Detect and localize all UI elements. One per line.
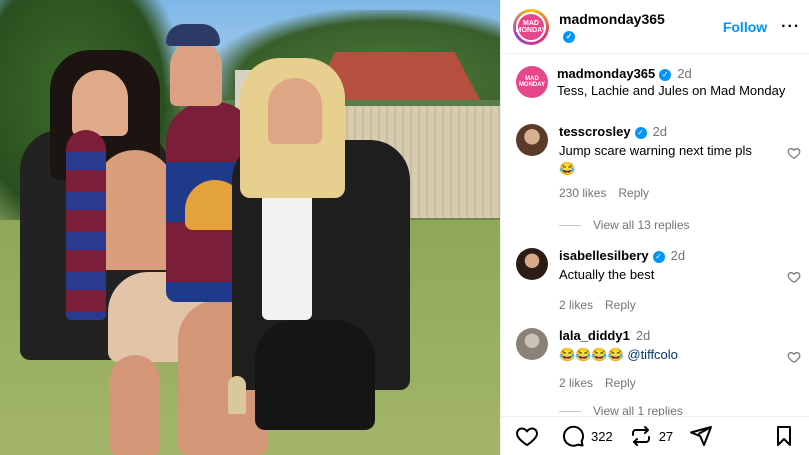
profile-avatar[interactable]: MAD MONDAY [513, 8, 549, 45]
comment-mention[interactable]: @tiffcolo [627, 347, 678, 362]
comment-meta: 230 likes Reply [559, 186, 801, 200]
comment-text: Jump scare warning next time pls 😂 [559, 142, 801, 178]
comments-section[interactable]: MAD MONDAY madmonday365 ✓ 2d Tess, Lachie … [501, 54, 809, 416]
caption-content: madmonday365 ✓ 2d Tess, Lachie and Jules o… [557, 66, 785, 98]
comment-item: lala_diddy1 2d 😂😂😂😂 @tiffcolo 2 likes Repl… [516, 328, 801, 390]
comment-avatar[interactable] [516, 248, 548, 280]
header-username[interactable]: madmonday365 ✓ [559, 11, 665, 43]
caption-time: 2d [677, 66, 692, 81]
caption-avatar[interactable]: MAD MONDAY [516, 66, 548, 98]
view-replies-button[interactable]: View all 1 replies [559, 404, 683, 416]
reposts-count: 27 [658, 428, 674, 444]
comment-avatar[interactable] [516, 124, 548, 156]
post-photo[interactable] [0, 0, 500, 455]
heart-icon[interactable] [787, 146, 801, 160]
more-icon[interactable]: ··· [781, 18, 800, 36]
comment-item: tesscrosley ✓ 2d Jump scare warning next t… [516, 124, 801, 200]
replies-divider [559, 410, 581, 412]
comment-username[interactable]: tesscrosley [559, 124, 631, 139]
comment-text-body: Jump scare warning next time pls [559, 143, 752, 158]
share-icon[interactable] [689, 424, 713, 448]
drink-can [228, 376, 246, 414]
comment-username[interactable]: lala_diddy1 [559, 328, 630, 343]
comment-emoji: 😂 [559, 161, 576, 176]
person-right-face [268, 78, 322, 144]
comment-header: tesscrosley ✓ 2d [559, 124, 801, 139]
person-left-scarf [66, 130, 106, 320]
person-middle-cap [166, 24, 220, 46]
replies-divider [559, 224, 581, 226]
follow-button[interactable]: Follow [723, 19, 767, 35]
post-caption: MAD MONDAY madmonday365 ✓ 2d Tess, Lachie … [516, 66, 785, 98]
repost-icon[interactable] [629, 424, 653, 448]
comment-username[interactable]: isabellesilbery [559, 248, 649, 263]
post-header: MAD MONDAY madmonday365 ✓ Follow ··· [501, 0, 809, 54]
bookmark-icon[interactable] [772, 424, 796, 448]
heart-icon[interactable] [787, 350, 801, 364]
reply-button[interactable]: Reply [618, 186, 649, 200]
view-replies-label[interactable]: View all 1 replies [593, 404, 683, 416]
person-right-skirt [255, 320, 375, 430]
comment-likes[interactable]: 2 likes [559, 298, 593, 312]
comment-likes[interactable]: 230 likes [559, 186, 606, 200]
verified-icon: ✓ [563, 30, 575, 43]
heart-icon[interactable] [515, 424, 539, 448]
avatar-logo: MAD MONDAY [516, 11, 546, 42]
comment-icon[interactable] [561, 424, 585, 448]
view-replies-button[interactable]: View all 13 replies [559, 218, 690, 232]
comment-emoji: 😂😂😂😂 [559, 347, 624, 362]
share-button[interactable] [689, 424, 719, 448]
comment-body: isabellesilbery ✓ 2d Actually the best 2 l… [559, 248, 801, 312]
view-replies-label[interactable]: View all 13 replies [593, 218, 690, 232]
like-button[interactable] [515, 424, 545, 448]
comment-meta: 2 likes Reply [559, 298, 801, 312]
comment-meta: 2 likes Reply [559, 376, 801, 390]
comment-avatar[interactable] [516, 328, 548, 360]
caption-header: madmonday365 ✓ 2d [557, 66, 785, 81]
person-left-face [72, 70, 128, 136]
person-left-leg [110, 355, 160, 455]
caption-text: Tess, Lachie and Jules on Mad Monday [557, 83, 786, 98]
header-username-text[interactable]: madmonday365 [559, 11, 665, 27]
comment-item: isabellesilbery ✓ 2d Actually the best 2 l… [516, 248, 801, 312]
comment-time: 2d [670, 248, 686, 263]
person-middle-face [170, 40, 222, 106]
comment-header: lala_diddy1 2d [559, 328, 801, 343]
comment-header: isabellesilbery ✓ 2d [559, 248, 801, 263]
post-actions-bar: 322 27 [501, 416, 809, 455]
post-side-panel: MAD MONDAY madmonday365 ✓ Follow ··· MAD … [500, 0, 809, 455]
comment-button[interactable]: 322 [561, 424, 613, 448]
comment-time: 2d [635, 328, 651, 343]
reply-button[interactable]: Reply [605, 376, 636, 390]
comment-likes[interactable]: 2 likes [559, 376, 593, 390]
comment-text: 😂😂😂😂 @tiffcolo [559, 346, 801, 364]
comment-text: Actually the best [559, 267, 655, 282]
comment-body: tesscrosley ✓ 2d Jump scare warning next t… [559, 124, 801, 200]
comments-count: 322 [591, 428, 613, 444]
verified-icon: ✓ [659, 69, 672, 81]
heart-icon[interactable] [787, 270, 801, 284]
verified-icon: ✓ [634, 127, 647, 139]
comment-time: 2d [652, 124, 668, 139]
comment-body: lala_diddy1 2d 😂😂😂😂 @tiffcolo 2 likes Repl… [559, 328, 801, 390]
reply-button[interactable]: Reply [605, 298, 636, 312]
person-left-torso [95, 150, 175, 270]
save-button[interactable] [772, 424, 796, 448]
caption-username[interactable]: madmonday365 [557, 66, 655, 81]
verified-icon: ✓ [652, 251, 665, 263]
repost-button[interactable]: 27 [629, 424, 673, 448]
